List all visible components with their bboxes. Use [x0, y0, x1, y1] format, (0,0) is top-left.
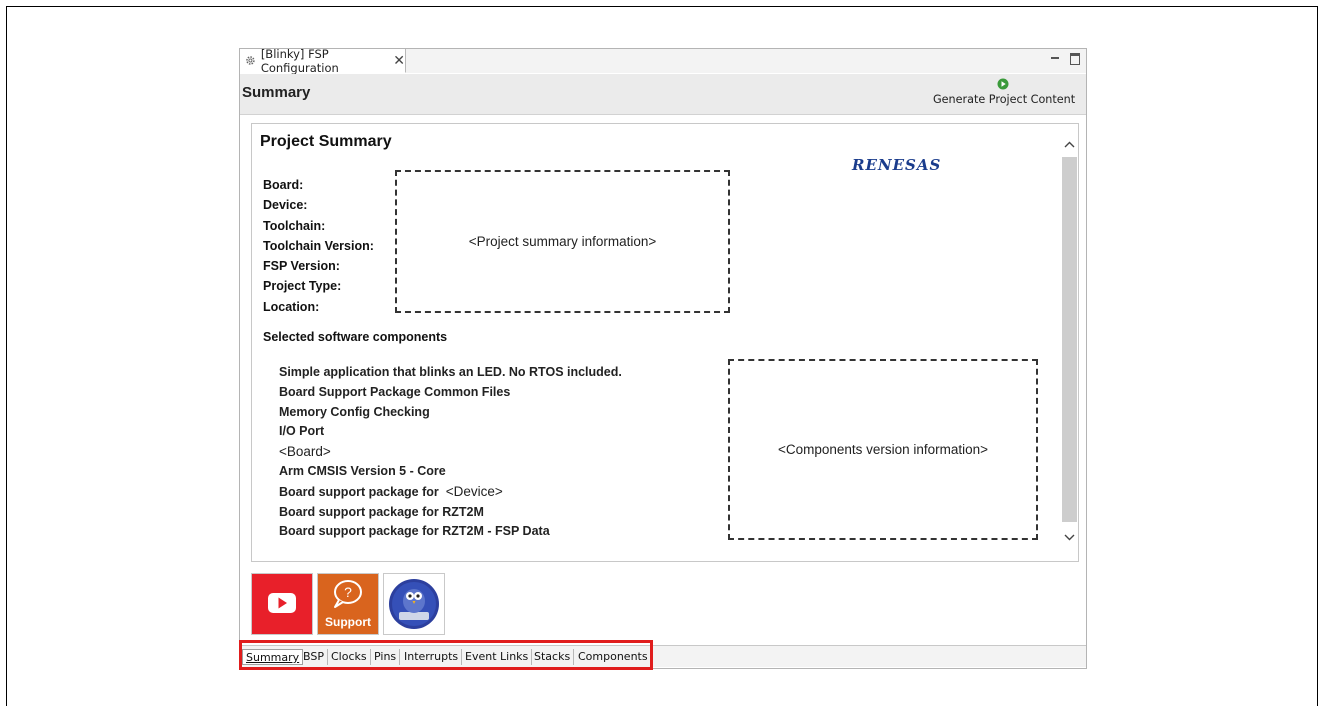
svg-text:?: ? [344, 584, 352, 600]
tab-bsp[interactable]: BSP [300, 649, 328, 665]
components-heading: Selected software components [263, 330, 448, 344]
label-board: Board: [263, 178, 304, 192]
label-device: Device: [263, 198, 308, 213]
component-item: Board Support Package Common Files [279, 384, 511, 399]
component-item: Board support package for RZT2M - FSP Da… [279, 524, 550, 539]
component-item-device-row: Board support package for <Device> [279, 482, 622, 503]
editor-page-tabs: Summary BSP Clocks Pins Interrupts Event… [240, 645, 1086, 667]
scrollbar-thumb[interactable] [1062, 157, 1077, 522]
label-toolchain: Toolchain: [263, 218, 326, 233]
owl-knowledge-button[interactable] [383, 573, 445, 635]
chevron-up-icon[interactable] [1061, 132, 1078, 156]
youtube-button[interactable] [251, 573, 313, 635]
generate-label: Generate Project Content [933, 93, 1076, 106]
label-toolchain-version: Toolchain Version: [263, 238, 374, 253]
gear-icon [246, 56, 255, 65]
owl-icon [389, 579, 439, 629]
tab-summary[interactable]: Summary [242, 649, 304, 665]
components-list: Simple application that blinks an LED. N… [279, 363, 622, 542]
component-item-board: <Board> [279, 444, 331, 460]
tab-interrupts[interactable]: Interrupts [401, 649, 463, 665]
component-item: Memory Config Checking [279, 404, 430, 419]
tab-event-links[interactable]: Event Links [462, 649, 533, 665]
help-bubble-icon: ? [334, 580, 362, 608]
component-item: I/O Port [279, 424, 325, 439]
tab-stacks[interactable]: Stacks [531, 649, 575, 665]
support-button[interactable]: ? Support [317, 573, 379, 635]
renesas-logo: RENESAS [852, 156, 942, 174]
fsp-configuration-editor: [Blinky] FSP Configuration ✕ Summary Gen… [239, 46, 1087, 669]
editor-tab-bar: [Blinky] FSP Configuration ✕ [240, 46, 1086, 75]
play-icon [997, 78, 1009, 90]
project-summary-title: Project Summary [260, 133, 392, 150]
youtube-play-icon [268, 593, 296, 613]
component-item: Board support package for [279, 484, 439, 499]
page-title: Summary [242, 84, 311, 101]
project-summary-placeholder-text: <Project summary information> [468, 234, 657, 249]
tab-clocks[interactable]: Clocks [328, 649, 371, 665]
maximize-button[interactable] [1070, 52, 1080, 65]
component-item: Board support package for RZT2M [279, 504, 484, 519]
close-icon[interactable]: ✕ [393, 52, 405, 69]
generate-project-content-button[interactable]: Generate Project Content [933, 78, 1076, 112]
editor-tab[interactable]: [Blinky] FSP Configuration ✕ [240, 46, 406, 75]
vertical-scrollbar[interactable] [1061, 124, 1078, 561]
editor-tab-title: [Blinky] FSP Configuration [260, 46, 339, 75]
components-version-placeholder: <Components version information> [728, 359, 1038, 540]
quick-links: ? Support [251, 573, 445, 635]
page-header: Summary Generate Project Content [240, 74, 1086, 115]
tab-components[interactable]: Components [575, 649, 652, 665]
device-placeholder: <Device> [445, 483, 503, 499]
chevron-down-icon[interactable] [1061, 525, 1078, 549]
component-item: Arm CMSIS Version 5 - Core [279, 463, 446, 478]
component-item: Simple application that blinks an LED. N… [279, 365, 622, 379]
summary-panel: Project Summary RENESAS Board: Device: T… [251, 123, 1079, 562]
label-project-type: Project Type: [263, 279, 342, 294]
label-location: Location: [263, 299, 320, 314]
label-fsp-version: FSP Version: [263, 259, 340, 274]
components-version-placeholder-text: <Components version information> [777, 442, 989, 457]
project-summary-placeholder: <Project summary information> [395, 170, 730, 313]
summary-labels: Board: Device: Toolchain: Toolchain Vers… [263, 175, 374, 317]
support-label: Support [325, 615, 371, 629]
tab-pins[interactable]: Pins [371, 649, 401, 665]
minimize-button[interactable] [1050, 52, 1060, 64]
